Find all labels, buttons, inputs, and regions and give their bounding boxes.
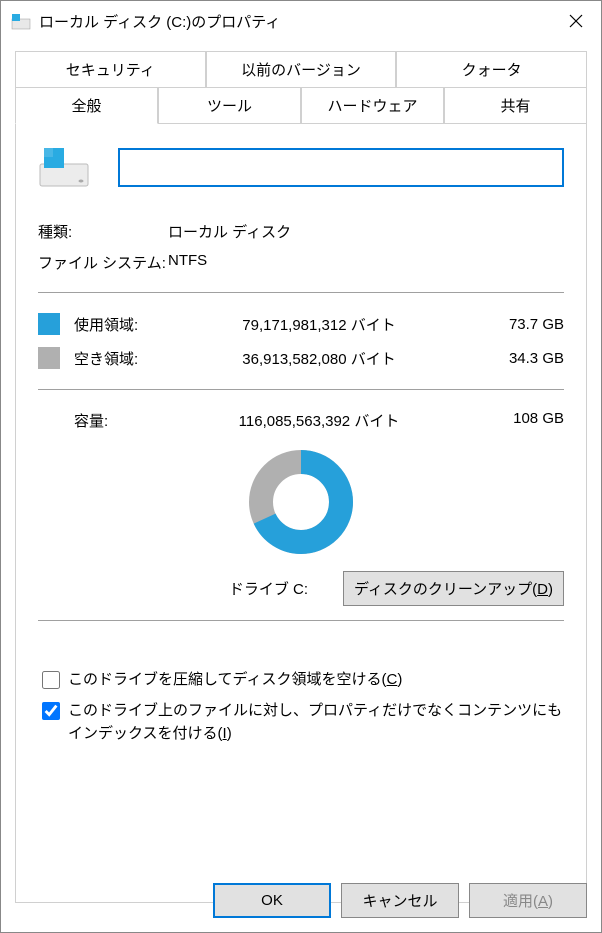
drive-large-icon <box>38 146 90 188</box>
index-label[interactable]: このドライブ上のファイルに対し、プロパティだけでなくコンテンツにもインデックスを… <box>68 700 564 745</box>
disk-cleanup-button[interactable]: ディスクのクリーンアップ(D) <box>343 571 564 606</box>
divider <box>38 620 564 621</box>
type-value: ローカル ディスク <box>168 221 291 242</box>
free-gb: 34.3 GB <box>474 350 564 367</box>
filesystem-label: ファイル システム: <box>38 252 168 273</box>
used-gb: 73.7 GB <box>474 316 564 333</box>
tab-previous-versions[interactable]: 以前のバージョン <box>206 51 397 87</box>
divider <box>38 292 564 293</box>
properties-window: ローカル ディスク (C:)のプロパティ セキュリティ 以前のバージョン クォー… <box>0 0 602 933</box>
volume-name-input[interactable] <box>118 148 564 187</box>
used-bytes: 79,171,981,312 バイト <box>164 314 474 335</box>
close-button[interactable] <box>551 1 601 41</box>
cancel-button[interactable]: キャンセル <box>341 883 459 918</box>
capacity-gb: 108 GB <box>474 410 564 431</box>
filesystem-value: NTFS <box>168 252 207 273</box>
tab-tools[interactable]: ツール <box>158 87 301 124</box>
index-checkbox[interactable] <box>42 702 60 720</box>
capacity-bytes: 116,085,563,392 バイト <box>164 410 474 431</box>
close-icon <box>569 14 583 28</box>
tab-sharing[interactable]: 共有 <box>444 87 587 124</box>
button-bar: OK キャンセル 適用(A) <box>213 883 587 918</box>
titlebar: ローカル ディスク (C:)のプロパティ <box>1 1 601 41</box>
compress-label[interactable]: このドライブを圧縮してディスク領域を空ける(C) <box>68 669 402 692</box>
free-label: 空き領域: <box>74 348 164 369</box>
capacity-label: 容量: <box>74 410 164 431</box>
compress-checkbox[interactable] <box>42 671 60 689</box>
divider <box>38 389 564 390</box>
used-swatch <box>38 313 60 335</box>
tab-content: 種類: ローカル ディスク ファイル システム: NTFS 使用領域: 79,1… <box>15 124 587 903</box>
tab-general[interactable]: 全般 <box>15 87 158 124</box>
window-title: ローカル ディスク (C:)のプロパティ <box>39 11 551 32</box>
used-label: 使用領域: <box>74 314 164 335</box>
apply-button[interactable]: 適用(A) <box>469 883 587 918</box>
type-label: 種類: <box>38 221 168 242</box>
free-bytes: 36,913,582,080 バイト <box>164 348 474 369</box>
tab-security[interactable]: セキュリティ <box>15 51 206 87</box>
free-swatch <box>38 347 60 369</box>
tab-quota[interactable]: クォータ <box>396 51 587 87</box>
usage-pie-chart <box>246 447 356 557</box>
drive-icon <box>11 11 31 31</box>
ok-button[interactable]: OK <box>213 883 331 918</box>
tab-hardware[interactable]: ハードウェア <box>301 87 444 124</box>
drive-label: ドライブ C: <box>194 578 343 599</box>
tabs: セキュリティ 以前のバージョン クォータ 全般 ツール ハードウェア 共有 <box>1 41 601 124</box>
